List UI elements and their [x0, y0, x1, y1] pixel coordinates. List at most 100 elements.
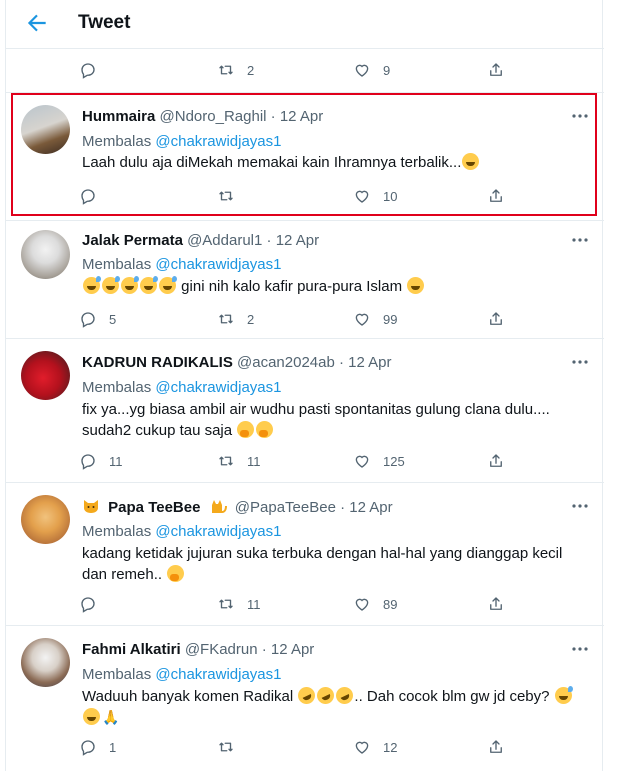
tweet-header: KADRUN RADIKALIS @acan2024ab · 12 Apr — [82, 354, 392, 371]
reply-count: 5 — [109, 311, 117, 327]
more-options-icon[interactable] — [570, 641, 590, 657]
author-handle[interactable]: @acan2024ab — [237, 354, 335, 371]
reply-icon — [81, 454, 95, 470]
like-button[interactable]: 12 — [353, 735, 397, 759]
author-name[interactable]: Papa TeeBee — [108, 499, 200, 516]
retweet-button[interactable]: 11 — [217, 449, 261, 473]
retweet-button[interactable] — [217, 735, 235, 759]
like-count: 12 — [383, 739, 398, 755]
reply-prefix: Membalas — [82, 379, 152, 396]
tweet-date[interactable]: 12 Apr — [349, 499, 392, 516]
reply-button[interactable]: 5 — [79, 307, 116, 331]
share-button[interactable] — [487, 307, 505, 331]
grinning-sweat-emoji — [83, 276, 101, 294]
like-count: 89 — [383, 596, 398, 612]
cat-icon — [211, 500, 227, 513]
cat-face-icon — [84, 500, 98, 513]
back-arrow-icon[interactable] — [24, 10, 50, 36]
page-header: Tweet — [6, 0, 604, 49]
tweet-text: gini nih kalo kafir pura-pura Islam — [82, 276, 587, 297]
heart-icon — [355, 455, 369, 468]
retweet-button[interactable]: 2 — [217, 307, 254, 331]
like-button[interactable]: 9 — [353, 58, 390, 82]
like-button[interactable]: 99 — [353, 307, 397, 331]
reply-context: Membalas @chakrawidjayas1 — [82, 256, 282, 273]
heart-icon — [355, 598, 369, 611]
author-name[interactable]: KADRUN RADIKALIS — [82, 354, 233, 371]
author-handle[interactable]: @Addarul1 — [187, 232, 262, 249]
tweet-item[interactable]: Jalak Permata @Addarul1 · 12 Apr Membala… — [6, 221, 604, 339]
share-icon — [490, 740, 502, 753]
tweet-body-line — [82, 707, 587, 728]
tweet-actions: 11 11 125 — [6, 449, 604, 473]
reply-icon — [81, 63, 95, 79]
reply-button[interactable] — [79, 592, 97, 616]
tweet-item[interactable]: Fahmi Alkatiri @FKadrun · 12 Apr Membala… — [6, 626, 604, 771]
praying-hands-emoji — [102, 707, 119, 728]
reply-to-link[interactable]: @chakrawidjayas1 — [155, 523, 281, 540]
tweet-item[interactable]: Papa TeeBee @PapaTeeBee · 12 Apr Membala… — [6, 483, 604, 626]
grinning-emoji — [407, 277, 425, 294]
reply-context: Membalas @chakrawidjayas1 — [82, 666, 282, 683]
more-options-icon[interactable] — [570, 354, 590, 370]
more-options-icon[interactable] — [570, 498, 590, 514]
separator-dot: · — [261, 641, 267, 658]
tweet-actions: 5 2 99 — [6, 307, 604, 331]
reply-to-link[interactable]: @chakrawidjayas1 — [155, 256, 281, 273]
retweet-count: 11 — [247, 596, 261, 612]
separator-dot: · — [266, 232, 272, 249]
like-button[interactable]: 89 — [353, 592, 397, 616]
tweet-date[interactable]: 12 Apr — [348, 354, 391, 371]
reply-button[interactable]: 1 — [79, 735, 116, 759]
reply-button[interactable]: 11 — [79, 449, 123, 473]
separator-dot: · — [340, 499, 346, 516]
tweet-date[interactable]: 12 Apr — [276, 232, 319, 249]
reply-to-link[interactable]: @chakrawidjayas1 — [155, 666, 281, 683]
reply-count: 11 — [109, 453, 123, 469]
avatar[interactable] — [21, 230, 70, 279]
author-handle[interactable]: @FKadrun — [185, 641, 258, 658]
heart-icon — [355, 64, 369, 77]
tweet-header: Jalak Permata @Addarul1 · 12 Apr — [82, 232, 319, 249]
tweet-text: kadang ketidak jujuran suka terbuka deng… — [82, 543, 587, 585]
share-button[interactable] — [487, 735, 505, 759]
like-count: 9 — [383, 62, 391, 78]
author-name[interactable]: Jalak Permata — [82, 232, 183, 249]
share-icon — [490, 454, 502, 467]
reply-to-link[interactable]: @chakrawidjayas1 — [155, 379, 281, 396]
reply-button[interactable] — [79, 58, 97, 82]
retweet-button[interactable]: 11 — [217, 592, 261, 616]
tweet-body: Waduuh banyak komen Radikal — [82, 688, 294, 705]
avatar[interactable] — [21, 495, 70, 544]
share-button[interactable] — [487, 58, 505, 82]
reply-prefix: Membalas — [82, 666, 152, 683]
retweet-button[interactable]: 2 — [217, 58, 254, 82]
tweet-body: sudah2 cukup tau saja — [82, 422, 233, 439]
reply-count: 1 — [109, 739, 117, 755]
tweet-item[interactable]: KADRUN RADIKALIS @acan2024ab · 12 Apr Me… — [6, 339, 604, 483]
tweet-body-line: sudah2 cukup tau saja — [82, 420, 587, 441]
avatar[interactable] — [21, 638, 70, 687]
avatar[interactable] — [21, 351, 70, 400]
rofl-emoji — [314, 684, 338, 707]
tweet-date[interactable]: 12 Apr — [271, 641, 314, 658]
tweet-body-line: dan remeh.. — [82, 564, 587, 585]
tweet-body: dan remeh.. — [82, 566, 163, 583]
share-button[interactable] — [487, 449, 505, 473]
author-name[interactable]: Fahmi Alkatiri — [82, 641, 181, 658]
share-icon — [490, 63, 502, 76]
separator-dot: · — [338, 354, 344, 371]
more-options-icon[interactable] — [570, 232, 590, 248]
grinning-sweat-emoji — [121, 276, 139, 294]
share-button[interactable] — [487, 592, 505, 616]
tweet-header: Papa TeeBee @PapaTeeBee · 12 Apr — [82, 498, 393, 516]
retweet-count: 2 — [247, 311, 255, 327]
author-handle[interactable]: @PapaTeeBee — [235, 499, 336, 516]
tweet-text: Waduuh banyak komen Radikal .. Dah cocok… — [82, 684, 587, 728]
heart-icon — [355, 313, 369, 326]
grinning-sweat-emoji — [140, 276, 158, 294]
like-button[interactable]: 125 — [353, 449, 405, 473]
tweet-body: .. Dah cocok blm gw jd ceby? — [354, 688, 550, 705]
reply-context: Membalas @chakrawidjayas1 — [82, 379, 282, 396]
tweet-actions: 1 12 — [6, 735, 604, 759]
